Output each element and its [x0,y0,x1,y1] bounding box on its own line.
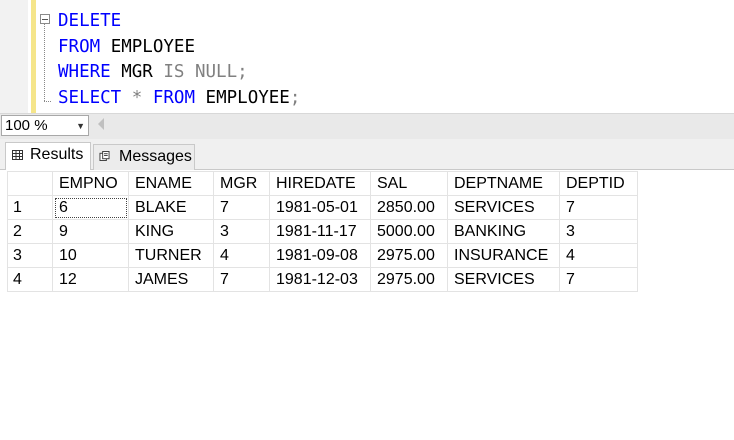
sql-keyword: FROM [58,36,101,57]
sql-code[interactable]: DELETE FROM EMPLOYEE WHERE MGR IS NULL; SEL… [58,9,300,111]
sql-identifier [121,88,132,108]
zoom-bar: 100 % ▼ [0,113,734,139]
grid-cell[interactable]: SERVICES [447,195,560,220]
table-row[interactable]: 4 12 JAMES 7 1981-12-03 2975.00 SERVICES… [7,267,638,292]
grid-cell[interactable]: TURNER [128,243,214,268]
tab-results-label: Results [30,146,84,163]
grid-cell[interactable]: 7 [559,267,638,292]
grid-header-row: EMPNO ENAME MGR HIREDATE SAL DEPTNAME DE… [7,171,638,196]
sql-editor[interactable]: DELETE FROM EMPLOYEE WHERE MGR IS NULL; SEL… [0,0,734,113]
column-header[interactable]: SAL [370,171,448,196]
grid-cell[interactable]: BLAKE [128,195,214,220]
row-number[interactable]: 1 [7,195,53,220]
collapse-icon[interactable] [40,14,50,24]
tab-messages[interactable]: Messages [93,144,195,170]
grid-cell[interactable]: INSURANCE [447,243,560,268]
results-grid: EMPNO ENAME MGR HIREDATE SAL DEPTNAME DE… [7,171,638,292]
messages-icon [99,151,110,161]
column-header[interactable]: EMPNO [52,171,129,196]
grid-cell[interactable]: 10 [52,243,129,268]
code-line[interactable]: WHERE MGR IS NULL; [58,60,300,86]
column-header[interactable]: DEPTNAME [447,171,560,196]
grid-cell[interactable]: 4 [213,243,270,268]
code-line[interactable]: DELETE [58,9,300,35]
grid-icon [12,150,23,160]
table-row[interactable]: 3 10 TURNER 4 1981-09-08 2975.00 INSURAN… [7,243,638,268]
results-tabstrip: Results Messages [0,139,734,170]
sql-keyword: SELECT [58,87,122,108]
grid-cell[interactable]: 5000.00 [370,219,448,244]
sql-operator: * [131,87,143,108]
grid-cell[interactable]: SERVICES [447,267,560,292]
grid-cell[interactable]: 2975.00 [370,243,448,268]
sql-keyword: FROM [152,87,196,108]
table-row[interactable]: 1 6 BLAKE 7 1981-05-01 2850.00 SERVICES … [7,195,638,220]
grid-cell[interactable]: 12 [52,267,129,292]
sql-identifier [142,88,153,108]
column-header[interactable]: DEPTID [559,171,638,196]
sql-keyword: WHERE [58,62,111,82]
tab-results[interactable]: Results [5,142,91,170]
column-header[interactable]: ENAME [128,171,214,196]
outline-guide [44,24,46,101]
line-gutter [0,0,28,113]
grid-cell[interactable]: 2850.00 [370,195,448,220]
grid-cell[interactable]: 4 [559,243,638,268]
grid-cell[interactable]: 6 [52,195,129,220]
grid-cell[interactable]: 7 [559,195,638,220]
sql-operator: ; [289,87,301,108]
grid-cell[interactable]: 2975.00 [370,267,448,292]
code-line[interactable]: SELECT * FROM EMPLOYEE; [58,86,300,112]
table-row[interactable]: 2 9 KING 3 1981-11-17 5000.00 BANKING 3 [7,219,638,244]
grid-cell[interactable]: KING [128,219,214,244]
sql-keyword: DELETE [58,11,122,31]
sql-identifier: EMPLOYEE [195,87,290,108]
grid-cell[interactable]: 1981-11-17 [269,219,371,244]
grid-cell[interactable]: 1981-09-08 [269,243,371,268]
change-marker-bar [31,0,36,113]
grid-cell[interactable]: JAMES [128,267,214,292]
grid-cell[interactable]: 3 [559,219,638,244]
grid-cell[interactable]: 1981-12-03 [269,267,371,292]
row-number[interactable]: 4 [7,267,53,292]
grid-cell[interactable]: 7 [213,195,270,220]
outline-guide-end [44,101,51,103]
chevron-down-icon[interactable]: ▼ [76,117,85,136]
sql-operator: ; [237,62,248,82]
code-line[interactable]: FROM EMPLOYEE [58,35,300,61]
row-number[interactable]: 3 [7,243,53,268]
column-header[interactable]: MGR [213,171,270,196]
grid-cell[interactable]: 1981-05-01 [269,195,371,220]
column-header[interactable]: HIREDATE [269,171,371,196]
sql-operator: IS NULL [163,62,238,82]
grid-cell[interactable]: 7 [213,267,270,292]
sql-identifier: EMPLOYEE [100,36,195,57]
zoom-value: 100 % [5,117,48,134]
zoom-dropdown[interactable]: 100 % ▼ [1,115,89,136]
row-number[interactable]: 2 [7,219,53,244]
grid-cell[interactable]: BANKING [447,219,560,244]
sql-identifier: MGR [110,62,164,82]
scroll-left-icon[interactable] [98,118,104,130]
results-grid-area: EMPNO ENAME MGR HIREDATE SAL DEPTNAME DE… [0,170,734,440]
grid-cell[interactable]: 3 [213,219,270,244]
grid-cell[interactable]: 9 [52,219,129,244]
tab-messages-label: Messages [119,148,192,165]
row-number-header[interactable] [7,171,53,196]
